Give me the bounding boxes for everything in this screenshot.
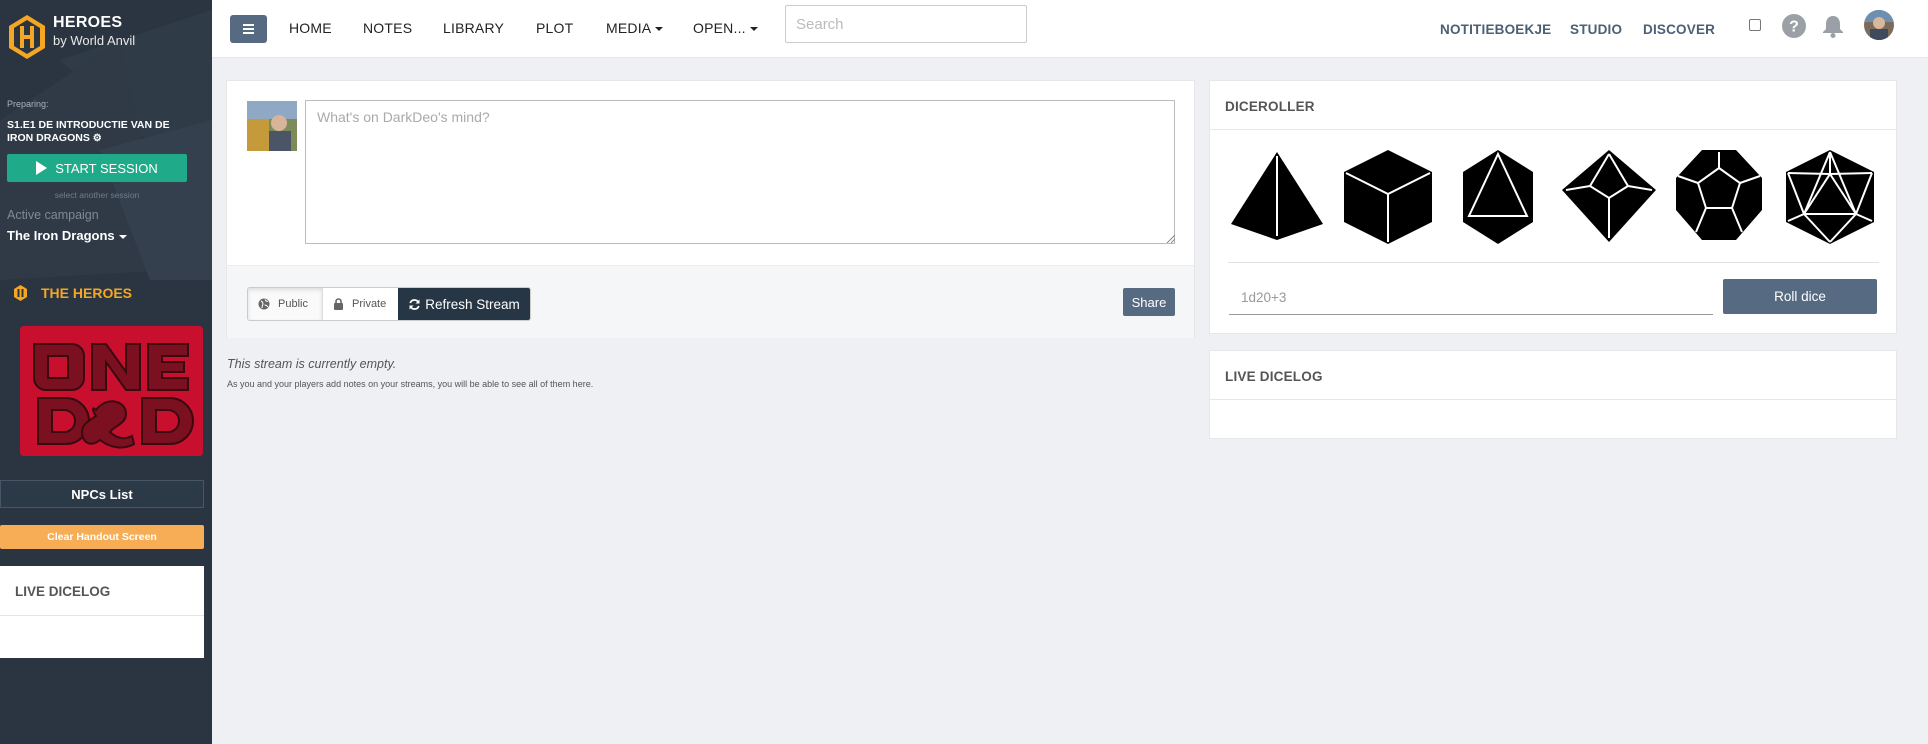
session-title[interactable]: S1.E1 DE INTRODUCTIE VAN DE IRON DRAGONS… <box>7 119 197 145</box>
sidebar-dicelog-heading: LIVE DICELOG <box>0 566 204 616</box>
campaign-name: The Iron Dragons <box>7 228 115 243</box>
nav-notes[interactable]: NOTES <box>363 20 412 36</box>
brand-title: HEROES <box>53 14 123 31</box>
refresh-stream-button[interactable]: Refresh Stream <box>398 288 530 320</box>
heroes-logo-icon <box>9 15 45 59</box>
nav-notitieboekje[interactable]: NOTITIEBOEKJE <box>1440 22 1551 37</box>
dice-divider <box>1228 262 1879 263</box>
nav-media[interactable]: MEDIA <box>606 20 664 36</box>
stream-empty-message: This stream is currently empty. <box>227 357 397 371</box>
resize-handle-icon[interactable] <box>1165 233 1175 243</box>
sidebar: HEROES by World Anvil Preparing: S1.E1 D… <box>0 0 212 744</box>
nav-library[interactable]: LIBRARY <box>443 20 504 36</box>
notifications-bell-icon[interactable] <box>1822 14 1844 38</box>
npcs-list-button[interactable]: NPCs List <box>0 480 204 508</box>
d20-icon[interactable] <box>1786 150 1874 244</box>
sidebar-live-dicelog: LIVE DICELOG <box>0 566 204 658</box>
select-another-session-link[interactable]: select another session <box>0 190 194 200</box>
nav-open-label: OPEN... <box>693 20 746 36</box>
lock-icon <box>334 298 343 310</box>
nav-home[interactable]: HOME <box>289 20 332 36</box>
d10-icon[interactable] <box>1562 150 1656 242</box>
heroes-small-icon <box>14 285 27 301</box>
d4-icon[interactable] <box>1231 150 1323 242</box>
roll-dice-button[interactable]: Roll dice <box>1723 279 1877 314</box>
live-dicelog-card: LIVE DICELOG <box>1209 350 1897 439</box>
chevron-down-icon <box>118 234 127 239</box>
hamburger-menu-button[interactable] <box>230 15 267 43</box>
start-session-button[interactable]: START SESSION <box>7 154 187 182</box>
toggle-checkbox[interactable] <box>1749 19 1761 31</box>
dnd-logo <box>20 326 203 456</box>
search-input[interactable] <box>785 5 1027 43</box>
stream-post-card: Public Private Refresh Stream Share <box>226 80 1195 338</box>
brand[interactable]: HEROES by World Anvil <box>8 14 135 60</box>
stream-empty-subtext: As you and your players add notes on you… <box>227 379 594 389</box>
start-session-label: START SESSION <box>55 160 158 176</box>
nav-plot[interactable]: PLOT <box>536 20 573 36</box>
nav-discover[interactable]: DISCOVER <box>1643 22 1715 37</box>
chevron-down-icon <box>655 27 664 32</box>
play-icon <box>36 161 48 175</box>
private-option[interactable]: Private <box>322 288 398 320</box>
help-icon[interactable]: ? <box>1782 14 1806 38</box>
top-navigation: HOME NOTES LIBRARY PLOT MEDIA OPEN... NO… <box>212 0 1928 58</box>
private-label: Private <box>352 298 387 310</box>
session-title-text: S1.E1 DE INTRODUCTIE VAN DE IRON DRAGONS <box>7 119 170 144</box>
active-campaign-label: Active campaign <box>7 208 99 222</box>
diceroller-heading: DICEROLLER <box>1210 81 1896 130</box>
share-button[interactable]: Share <box>1123 288 1175 316</box>
d6-icon[interactable] <box>1344 150 1432 244</box>
visibility-toggle: Public Private Refresh Stream <box>247 287 531 321</box>
heroes-heading[interactable]: THE HEROES <box>14 285 132 301</box>
live-dicelog-heading: LIVE DICELOG <box>1210 351 1896 400</box>
chevron-down-icon <box>749 27 758 32</box>
d8-icon[interactable] <box>1463 150 1533 244</box>
heroes-heading-text: THE HEROES <box>41 285 133 301</box>
post-textarea[interactable] <box>305 100 1175 244</box>
diceroller-card: DICEROLLER 1d20+3 Roll dice <box>1209 80 1897 334</box>
svg-text:?: ? <box>1789 19 1799 36</box>
refresh-icon <box>409 298 420 310</box>
brand-subtitle: by World Anvil <box>53 33 136 48</box>
public-label: Public <box>278 298 308 310</box>
preparing-label: Preparing: <box>7 99 49 109</box>
d12-icon[interactable] <box>1676 150 1762 240</box>
user-avatar[interactable] <box>1864 10 1894 40</box>
refresh-stream-label: Refresh Stream <box>425 296 520 312</box>
gear-icon[interactable]: ⚙ <box>93 133 102 144</box>
dice-formula-input[interactable] <box>1229 281 1713 315</box>
public-option[interactable]: Public <box>248 288 322 320</box>
nav-media-label: MEDIA <box>606 20 652 36</box>
nav-studio[interactable]: STUDIO <box>1570 22 1622 37</box>
clear-handout-screen-button[interactable]: Clear Handout Screen <box>0 525 204 549</box>
poster-avatar <box>247 101 297 151</box>
hamburger-icon <box>243 24 254 26</box>
post-footer: Public Private Refresh Stream Share <box>227 265 1194 338</box>
campaign-dropdown[interactable]: The Iron Dragons <box>7 228 127 243</box>
nav-open[interactable]: OPEN... <box>693 20 758 36</box>
globe-icon <box>258 298 270 310</box>
